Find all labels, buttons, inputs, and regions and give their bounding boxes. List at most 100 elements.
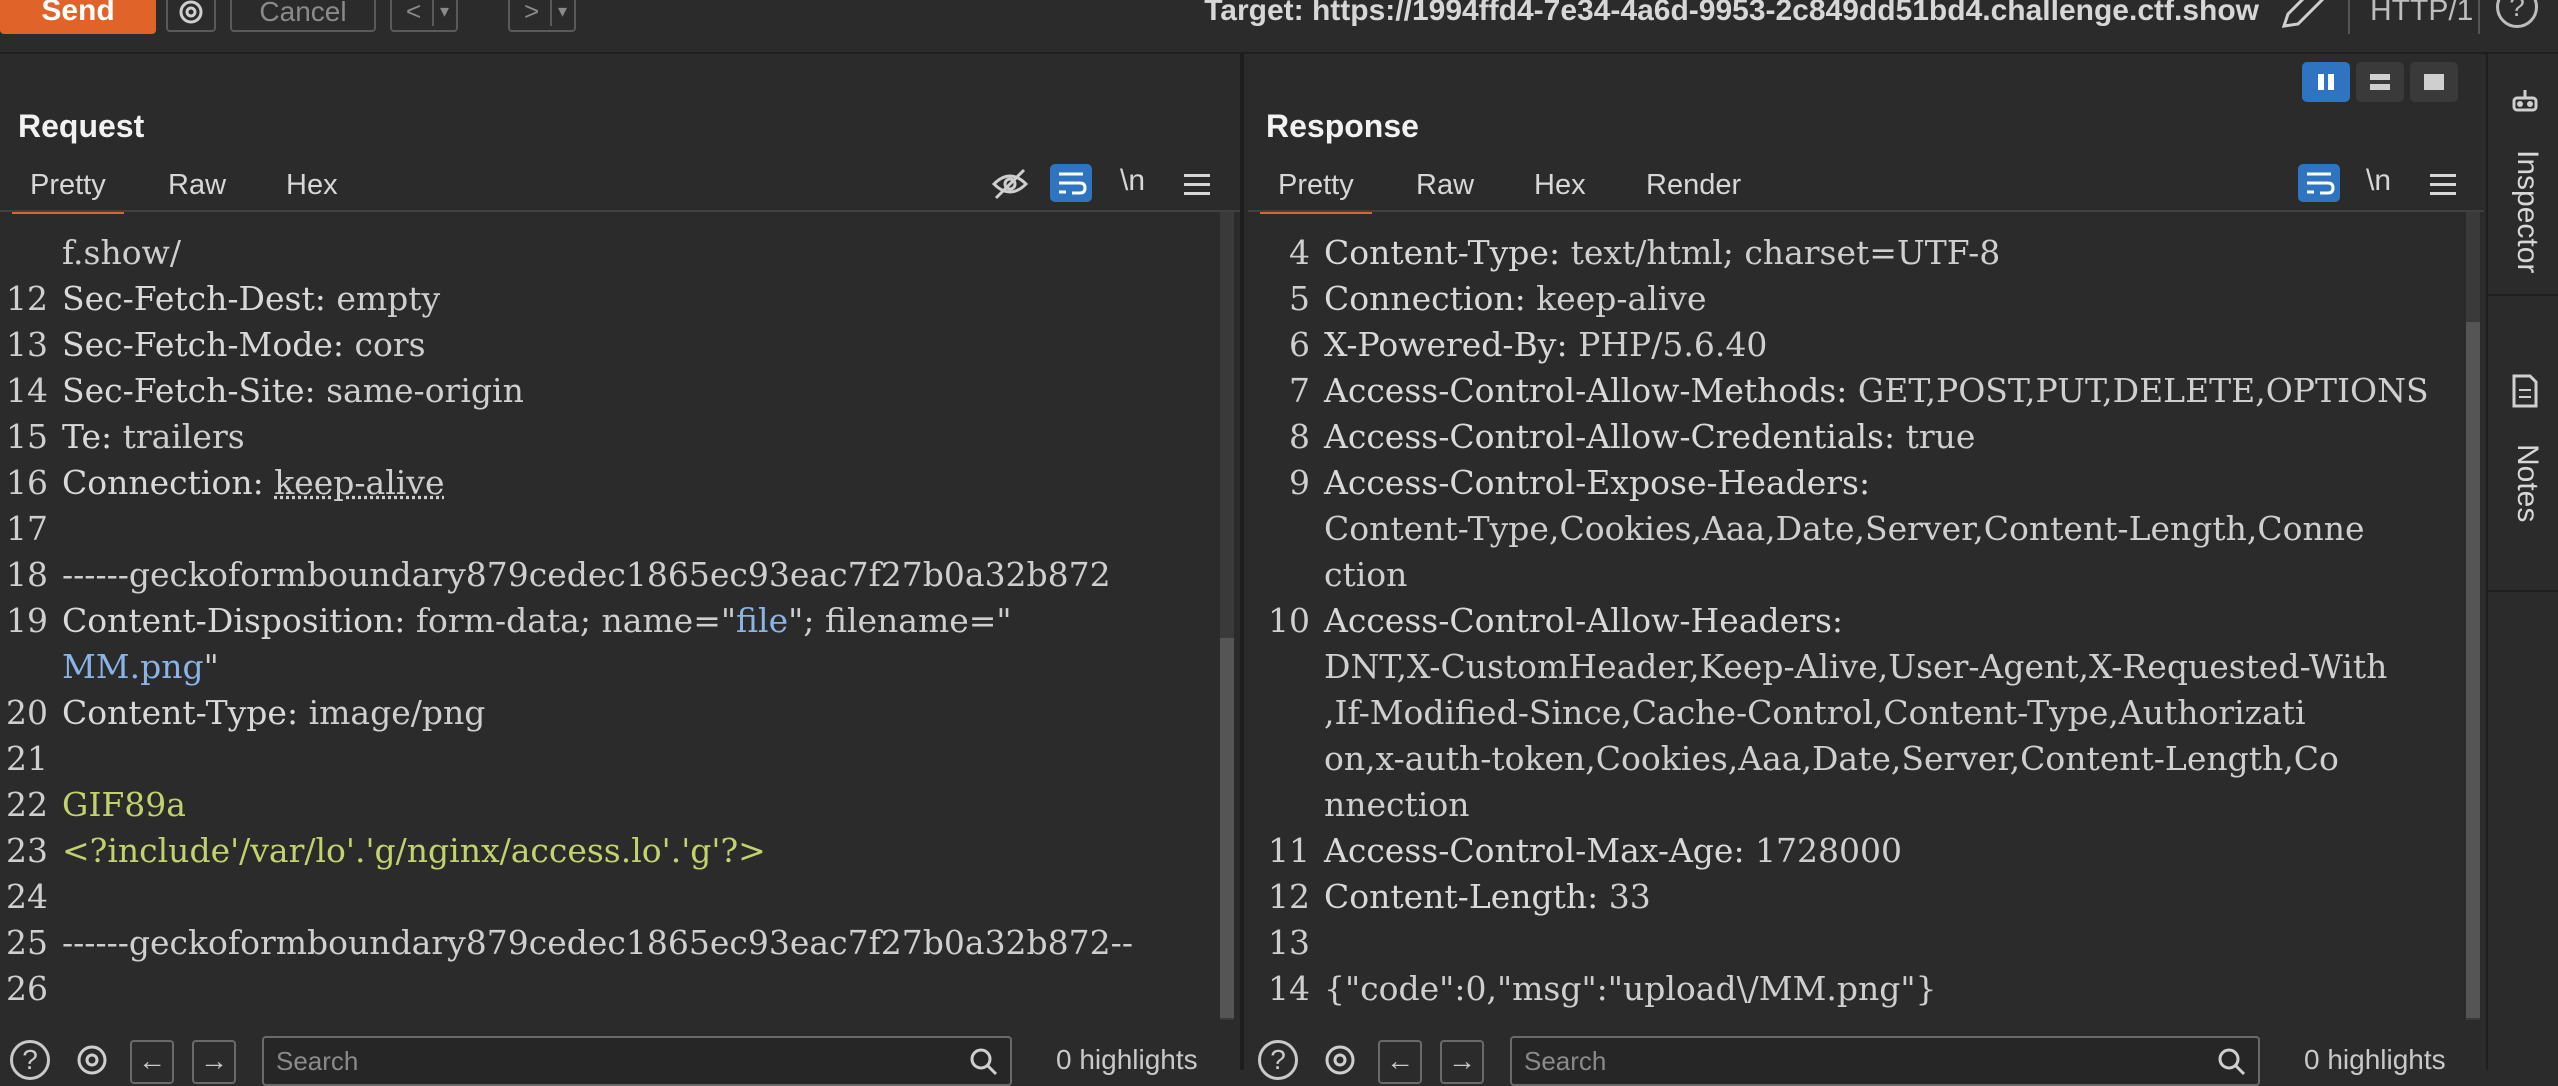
pane-divider[interactable] bbox=[1240, 54, 1244, 1070]
tab-response-hex[interactable]: Hex bbox=[1534, 160, 1586, 210]
edit-target-pencil-icon[interactable] bbox=[2276, 0, 2328, 32]
notes-icon[interactable] bbox=[2508, 372, 2542, 410]
request-search-next-button[interactable]: → bbox=[192, 1040, 236, 1084]
tab-response-pretty[interactable]: Pretty bbox=[1278, 160, 1354, 210]
response-menu-icon[interactable] bbox=[2430, 174, 2456, 201]
request-line: f.show/ bbox=[0, 230, 1218, 276]
line-text: Content-Type,Cookies,Aaa,Date,Server,Con… bbox=[1324, 506, 2365, 552]
line-text: GIF89a bbox=[62, 782, 186, 828]
request-scroll-thumb[interactable] bbox=[1220, 638, 1234, 1018]
response-search-prev-button[interactable]: ← bbox=[1378, 1040, 1422, 1084]
tab-response-render[interactable]: Render bbox=[1646, 160, 1741, 210]
layout-single-button[interactable] bbox=[2410, 62, 2458, 102]
request-line: 26 bbox=[0, 966, 1218, 1012]
code-token: 33 bbox=[1609, 877, 1651, 916]
code-token: {"code":0,"msg":"upload\/MM.png"} bbox=[1324, 969, 1937, 1008]
code-token: 1728000 bbox=[1755, 831, 1902, 870]
response-help-icon[interactable]: ? bbox=[1258, 1040, 1298, 1080]
code-token: ,If-Modified-Since,Cache-Control,Content… bbox=[1324, 693, 2306, 732]
code-token: text/html; charset=UTF-8 bbox=[1571, 233, 2001, 272]
response-scroll-thumb[interactable] bbox=[2466, 322, 2480, 1018]
line-number: 22 bbox=[0, 782, 48, 828]
response-line: 5 Connection: keep-alive bbox=[1262, 276, 2462, 322]
notes-tab[interactable]: Notes bbox=[2510, 444, 2544, 522]
line-text: Access-Control-Max-Age: 1728000 bbox=[1324, 828, 1902, 874]
response-line: 8 Access-Control-Allow-Credentials: true bbox=[1262, 414, 2462, 460]
request-title: Request bbox=[18, 108, 144, 145]
response-wrap-lines-button[interactable] bbox=[2298, 164, 2340, 202]
line-number: 14 bbox=[0, 368, 48, 414]
code-token: <?include'/var/lo'.'g/nginx/access.lo'.'… bbox=[62, 831, 766, 870]
send-button[interactable]: Send bbox=[0, 0, 156, 34]
response-scrollbar[interactable] bbox=[2466, 212, 2480, 1020]
back-dropdown-icon[interactable]: ▾ bbox=[440, 0, 449, 28]
response-line: nnection bbox=[1262, 782, 2462, 828]
right-sidebar: Inspector Notes bbox=[2486, 54, 2558, 1070]
code-token: GET,POST,PUT,DELETE,OPTIONS bbox=[1858, 371, 2429, 410]
response-show-newlines-button[interactable]: \n bbox=[2366, 164, 2391, 198]
request-menu-icon[interactable] bbox=[1184, 174, 1210, 201]
code-token: form-data; name=" bbox=[416, 601, 736, 640]
line-text: <?include'/var/lo'.'g/nginx/access.lo'.'… bbox=[62, 828, 766, 874]
code-token: Content-Type: bbox=[62, 693, 309, 732]
code-token: on,x-auth-token,Cookies,Aaa,Date,Server,… bbox=[1324, 739, 2339, 778]
code-token: Access-Control-Expose-Headers: bbox=[1324, 463, 1870, 502]
response-editor[interactable]: 4 Content-Type: text/html; charset=UTF-8 5… bbox=[1262, 212, 2462, 1022]
request-help-icon[interactable]: ? bbox=[10, 1040, 50, 1080]
protocol-label[interactable]: HTTP/1 bbox=[2370, 0, 2473, 28]
code-token: Te: bbox=[62, 417, 123, 456]
response-line: DNT,X-CustomHeader,Keep-Alive,User-Agent… bbox=[1262, 644, 2462, 690]
hide-icon[interactable] bbox=[990, 166, 1030, 202]
tab-request-raw[interactable]: Raw bbox=[168, 160, 226, 210]
code-token: Sec-Fetch-Dest: bbox=[62, 279, 336, 318]
back-button[interactable]: < ▾ bbox=[390, 0, 458, 32]
line-number: 23 bbox=[0, 828, 48, 874]
line-text: MM.png" bbox=[62, 644, 219, 690]
send-settings-button[interactable] bbox=[166, 0, 216, 32]
forward-button[interactable]: > ▾ bbox=[508, 0, 576, 32]
request-line: 25 ------geckoformboundary879cedec1865ec9… bbox=[0, 920, 1218, 966]
response-search-next-button[interactable]: → bbox=[1440, 1040, 1484, 1084]
response-line: on,x-auth-token,Cookies,Aaa,Date,Server,… bbox=[1262, 736, 2462, 782]
response-line: 12 Content-Length: 33 bbox=[1262, 874, 2462, 920]
code-token: MM.png bbox=[62, 647, 204, 686]
line-number: 8 bbox=[1262, 414, 1310, 460]
request-search-settings-gear-icon[interactable] bbox=[68, 1038, 116, 1082]
line-text: Sec-Fetch-Mode: cors bbox=[62, 322, 426, 368]
layout-stacked-button[interactable] bbox=[2356, 62, 2404, 102]
inspector-tab[interactable]: Inspector bbox=[2510, 150, 2544, 273]
search-icon bbox=[968, 1046, 998, 1076]
request-editor[interactable]: f.show/12 Sec-Fetch-Dest: empty 13 Sec-Fetc… bbox=[0, 212, 1218, 1022]
inspector-icon[interactable] bbox=[2508, 84, 2542, 118]
rows-icon bbox=[2356, 62, 2404, 102]
request-line: 18 ------geckoformboundary879cedec1865ec9… bbox=[0, 552, 1218, 598]
forward-dropdown-icon[interactable]: ▾ bbox=[558, 0, 567, 28]
request-scrollbar[interactable] bbox=[1220, 212, 1234, 1020]
wrap-lines-button[interactable] bbox=[1050, 164, 1092, 202]
line-text: Access-Control-Allow-Methods: GET,POST,P… bbox=[1324, 368, 2429, 414]
code-token: trailers bbox=[123, 417, 245, 456]
line-number: 7 bbox=[1262, 368, 1310, 414]
code-token: "; filename=" bbox=[788, 601, 1011, 640]
code-token: true bbox=[1906, 417, 1976, 456]
request-search-input[interactable]: Search bbox=[262, 1036, 1012, 1086]
response-line: ,If-Modified-Since,Cache-Control,Content… bbox=[1262, 690, 2462, 736]
tab-request-hex[interactable]: Hex bbox=[286, 160, 338, 210]
show-newlines-button[interactable]: \n bbox=[1120, 164, 1145, 198]
request-highlights-count: 0 highlights bbox=[1056, 1044, 1198, 1076]
response-search-input[interactable]: Search bbox=[1510, 1036, 2260, 1086]
help-icon[interactable]: ? bbox=[2496, 0, 2538, 28]
line-text: {"code":0,"msg":"upload\/MM.png"} bbox=[1324, 966, 1937, 1012]
code-token: same-origin bbox=[326, 371, 524, 410]
layout-side-by-side-button[interactable] bbox=[2302, 62, 2350, 102]
cancel-button[interactable]: Cancel bbox=[230, 0, 376, 32]
request-line: 20 Content-Type: image/png bbox=[0, 690, 1218, 736]
code-token: Content-Length: bbox=[1324, 877, 1609, 916]
tab-request-pretty[interactable]: Pretty bbox=[30, 160, 106, 210]
response-search-settings-gear-icon[interactable] bbox=[1316, 1038, 1364, 1082]
code-token: keep-alive bbox=[274, 463, 444, 502]
request-search-prev-button[interactable]: ← bbox=[130, 1040, 174, 1084]
request-line: 14 Sec-Fetch-Site: same-origin bbox=[0, 368, 1218, 414]
tab-response-raw[interactable]: Raw bbox=[1416, 160, 1474, 210]
line-number: 21 bbox=[0, 736, 48, 782]
